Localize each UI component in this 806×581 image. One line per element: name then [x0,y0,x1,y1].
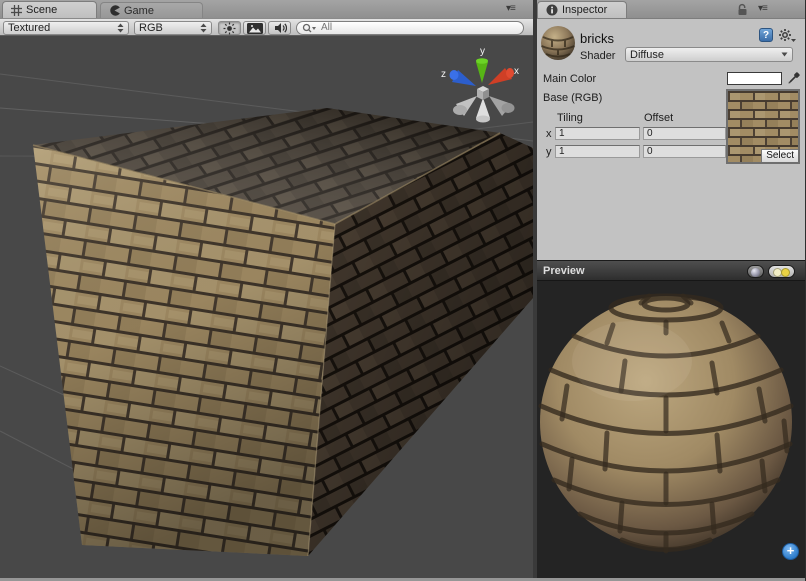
tab-scene-label: Scene [26,4,57,16]
updown-arrows-icon [200,23,207,33]
material-inspector: bricks Shader Diffuse ? [537,18,806,260]
add-button[interactable]: + [782,543,799,560]
unity-editor-window: Scene Game ▾≡ Textured RGB [0,0,806,581]
grid-icon [11,5,22,16]
gizmo-y-label: y [480,46,485,57]
speaker-icon [273,22,287,34]
inspector-tabbar: Inspector ▾≡ [537,0,806,18]
inspector-panel-menu-icon[interactable]: ▾≡ [758,3,767,14]
color-mode-dropdown[interactable]: RGB [134,21,212,35]
gizmo-z-label: z [441,69,446,80]
tab-game-label: Game [124,5,154,17]
search-icon [302,23,316,34]
main-color-swatch[interactable] [727,72,782,85]
help-button[interactable]: ? [759,28,773,42]
light-dot-icon [781,268,790,277]
scene-viewport[interactable]: y x z [0,36,533,578]
preview-viewport[interactable]: + [537,281,806,578]
shader-value: Diffuse [630,49,777,61]
tiling-x-axis-label: x [546,128,552,140]
effects-toggle-button[interactable] [243,21,266,35]
color-mode-value: RGB [139,22,196,34]
eyedropper-icon[interactable] [787,71,801,85]
lighting-toggle-button[interactable] [218,21,241,35]
game-icon [109,5,120,16]
scene-tabbar: Scene Game ▾≡ [0,0,533,18]
shader-dropdown[interactable]: Diffuse [625,47,793,62]
base-texture-thumbnail[interactable]: Select [726,89,800,164]
preview-header[interactable]: Preview [537,260,806,281]
image-icon [247,23,263,34]
preview-lighting-button[interactable] [768,265,795,278]
scene-panel-menu-icon[interactable]: ▾≡ [506,3,515,14]
gear-menu-button[interactable] [778,28,796,42]
tab-scene[interactable]: Scene [2,1,97,18]
plus-glyph: + [787,543,795,558]
scene-toolbar: Textured RGB [0,18,533,36]
help-glyph: ? [763,30,769,41]
tab-inspector-label: Inspector [562,4,607,16]
preview-model-button[interactable] [747,265,764,278]
updown-arrows-icon [117,23,124,33]
sun-icon [223,22,236,35]
gizmo-x-label: x [514,66,519,77]
audio-toggle-button[interactable] [268,21,291,35]
chevron-down-icon [781,52,788,57]
tab-game[interactable]: Game [100,2,203,18]
material-sphere-icon [540,25,576,61]
sphere-icon [751,268,760,277]
offset-header: Offset [644,112,673,124]
main-color-label: Main Color [543,73,596,85]
draw-mode-dropdown[interactable]: Textured [3,21,129,35]
inspector-panel: Inspector ▾≡ bricks Shade [537,0,806,578]
base-texture-label: Base (RGB) [543,92,602,104]
shader-label: Shader [580,50,615,62]
tiling-header: Tiling [557,112,583,124]
tiling-y-input[interactable] [555,145,640,158]
material-name: bricks [580,31,614,46]
select-texture-button[interactable]: Select [761,149,798,162]
info-icon [546,4,558,16]
preview-title: Preview [543,265,585,277]
tab-inspector[interactable]: Inspector [537,1,627,18]
offset-x-input[interactable] [643,127,726,140]
tiling-x-input[interactable] [555,127,640,140]
search-input[interactable] [296,21,524,35]
lock-icon[interactable] [737,3,748,16]
tiling-y-axis-label: y [546,146,552,158]
offset-y-input[interactable] [643,145,726,158]
scene-search [296,21,524,35]
draw-mode-value: Textured [8,22,113,34]
